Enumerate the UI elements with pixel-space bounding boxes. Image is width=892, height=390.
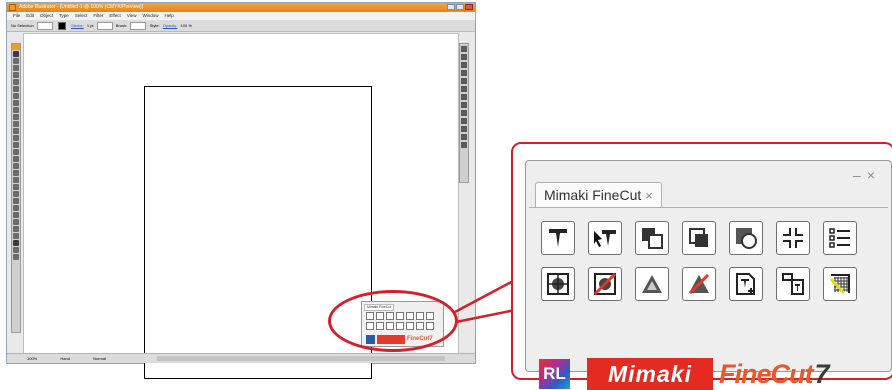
panel-tab-close-button[interactable]: × bbox=[645, 188, 653, 203]
cut-frame-icon bbox=[736, 228, 757, 249]
delete-outline-button[interactable] bbox=[682, 267, 716, 301]
hatch-button[interactable] bbox=[823, 267, 857, 301]
panel-tab-title: Mimaki FineCut bbox=[544, 187, 642, 203]
panel-body: RL Mimaki FineCut 7 bbox=[529, 207, 888, 390]
cut-frame-button[interactable] bbox=[729, 221, 763, 255]
list-icon bbox=[829, 228, 850, 248]
finecut-wordmark: FineCut bbox=[719, 358, 813, 389]
panel-controls: –× bbox=[853, 167, 881, 183]
create-register-mark-button[interactable] bbox=[635, 221, 669, 255]
brand-row: RL Mimaki FineCut 7 bbox=[539, 358, 830, 390]
register-mark-button[interactable] bbox=[541, 267, 575, 301]
outline-icon bbox=[642, 275, 662, 293]
panel-tab[interactable]: Mimaki FineCut × bbox=[535, 182, 662, 208]
remove-mark-button[interactable] bbox=[588, 267, 622, 301]
mimaki-logo: Mimaki bbox=[587, 358, 713, 390]
plot-file-icon bbox=[736, 273, 755, 295]
output-layout-button[interactable] bbox=[776, 267, 810, 301]
delete-outline-icon bbox=[688, 273, 710, 295]
crop-mark-button[interactable] bbox=[776, 221, 810, 255]
plot-file-button[interactable] bbox=[729, 267, 763, 301]
crop-mark-icon bbox=[783, 228, 803, 248]
layer-frame-icon bbox=[689, 228, 708, 247]
rl-logo[interactable]: RL bbox=[539, 359, 570, 389]
register-mark-icon bbox=[547, 273, 569, 295]
tool-grid bbox=[541, 221, 857, 301]
send-to-plotter-icon bbox=[594, 230, 616, 247]
panel-minimize-button[interactable]: – bbox=[853, 167, 867, 183]
create-register-mark-icon bbox=[642, 228, 663, 249]
remove-mark-icon bbox=[593, 272, 617, 296]
layer-frame-button[interactable] bbox=[682, 221, 716, 255]
output-layout-icon bbox=[782, 273, 804, 295]
plot-button[interactable] bbox=[541, 221, 575, 255]
plot-icon bbox=[549, 229, 567, 247]
hatch-icon bbox=[829, 274, 850, 295]
connector-line-top bbox=[454, 278, 516, 314]
outline-button[interactable] bbox=[635, 267, 669, 301]
panel-window-close-button[interactable]: × bbox=[867, 167, 881, 183]
mimaki-finecut-panel: –× Mimaki FineCut × RL Mimaki FineCut 7 bbox=[525, 160, 892, 390]
list-button[interactable] bbox=[823, 221, 857, 255]
finecut-version: 7 bbox=[814, 358, 830, 389]
finecut-logo: FineCut 7 bbox=[719, 358, 830, 390]
connector-line-bottom bbox=[455, 308, 516, 324]
send-to-plotter-button[interactable] bbox=[588, 221, 622, 255]
